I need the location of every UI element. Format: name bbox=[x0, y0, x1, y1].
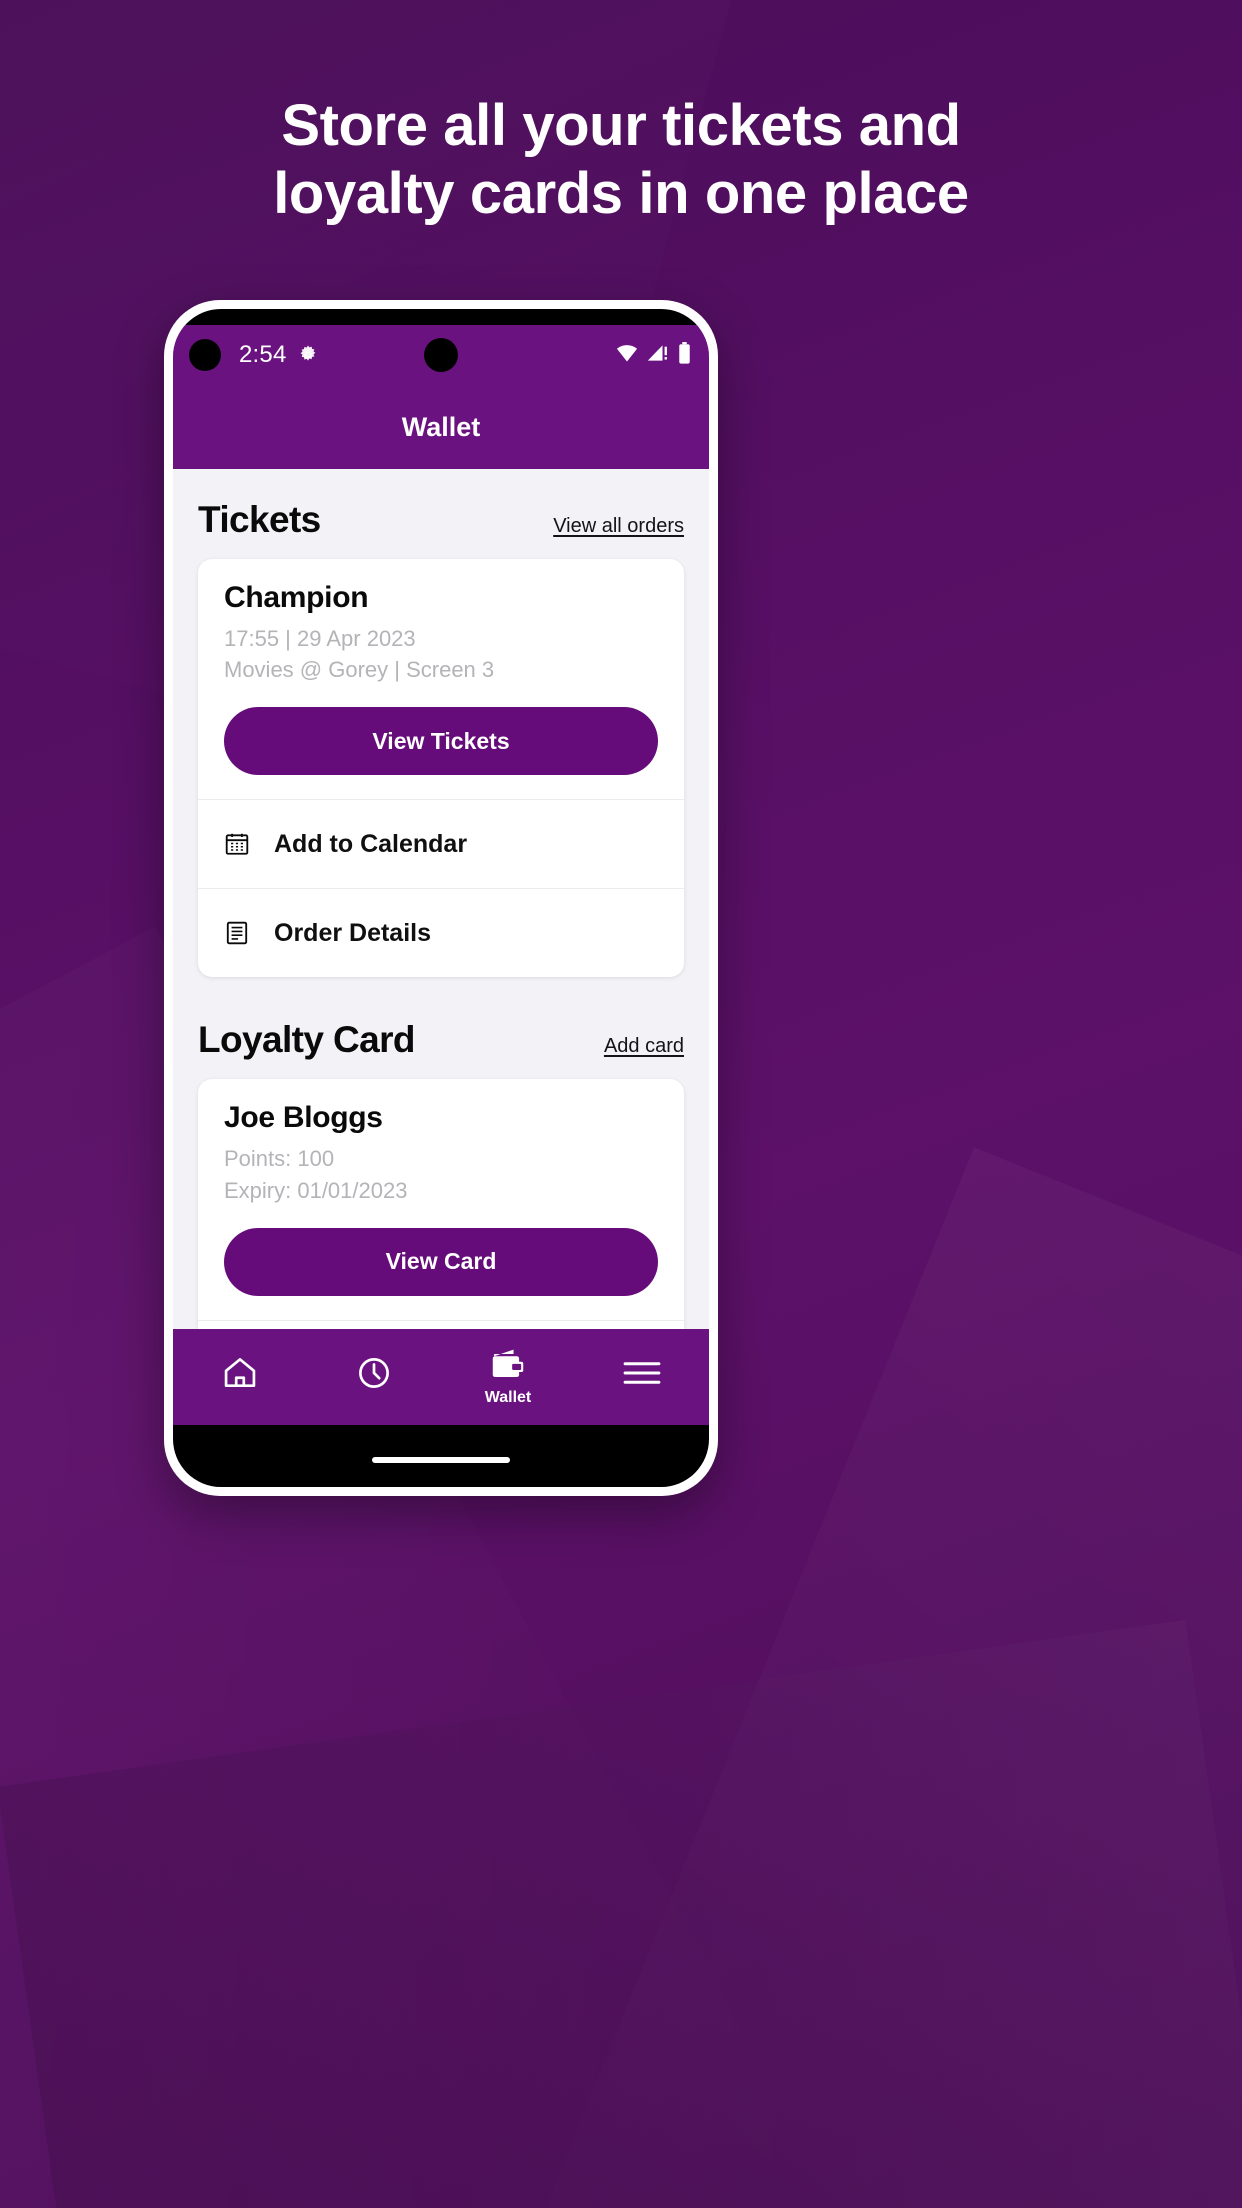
add-to-calendar-row[interactable]: Add to Calendar bbox=[198, 799, 684, 888]
tickets-section-header: Tickets View all orders bbox=[173, 469, 709, 559]
loyalty-card-points: Points: 100 bbox=[224, 1146, 335, 1172]
wifi-icon bbox=[616, 344, 638, 367]
ticket-card: Champion 17:55 | 29 Apr 2023 Movies @ Go… bbox=[198, 559, 684, 978]
promo-headline-line2: loyalty cards in one place bbox=[273, 161, 969, 227]
loyalty-section-header: Loyalty Card Add card bbox=[173, 977, 709, 1079]
phone-screen: 2:54 Wallet Tickets View all orders Cham… bbox=[173, 325, 709, 1425]
nav-item-history[interactable] bbox=[307, 1329, 441, 1425]
add-to-calendar-label: Add to Calendar bbox=[274, 829, 468, 858]
cellular-signal-warning-icon bbox=[647, 344, 669, 367]
view-all-orders-link[interactable]: View all orders bbox=[553, 515, 684, 538]
phone-mockup: 2:54 Wallet Tickets View all orders Cham… bbox=[164, 300, 718, 1496]
nav-item-wallet-label: Wallet bbox=[484, 1389, 532, 1406]
loyalty-card-expiry: Expiry: 01/01/2023 bbox=[224, 1177, 408, 1203]
order-details-label: Order Details bbox=[274, 918, 432, 947]
calendar-icon bbox=[224, 831, 254, 857]
loyalty-card-name: Joe Bloggs bbox=[224, 1101, 383, 1135]
promo-headline-line1: Store all your tickets and bbox=[281, 93, 961, 158]
status-bar: 2:54 bbox=[173, 325, 709, 385]
order-details-row[interactable]: Order Details bbox=[198, 888, 684, 977]
wallet-icon bbox=[490, 1347, 526, 1386]
front-camera-cutout-left bbox=[189, 339, 221, 371]
ticket-venue: Movies @ Gorey | Screen 3 bbox=[224, 657, 495, 683]
phone-bezel: 2:54 Wallet Tickets View all orders Cham… bbox=[173, 309, 709, 1487]
loyalty-card-body: Joe Bloggs Points: 100 Expiry: 01/01/202… bbox=[198, 1079, 684, 1319]
bottom-navigation: Wallet bbox=[173, 1329, 709, 1425]
tickets-section-title: Tickets bbox=[198, 499, 321, 540]
status-icons bbox=[616, 341, 691, 369]
gear-icon bbox=[297, 344, 319, 366]
add-card-link[interactable]: Add card bbox=[604, 1035, 684, 1058]
loyalty-section-title: Loyalty Card bbox=[198, 1019, 416, 1061]
wallet-content[interactable]: Tickets View all orders Champion 17:55 |… bbox=[173, 469, 709, 1425]
page-title: Wallet bbox=[401, 411, 481, 442]
nav-item-menu[interactable] bbox=[575, 1329, 709, 1425]
menu-icon bbox=[622, 1357, 662, 1394]
home-icon bbox=[221, 1354, 259, 1397]
view-tickets-button[interactable]: View Tickets bbox=[224, 707, 658, 776]
receipt-icon bbox=[224, 920, 254, 946]
view-card-button[interactable]: View Card bbox=[224, 1227, 658, 1296]
ticket-datetime: 17:55 | 29 Apr 2023 bbox=[224, 626, 416, 651]
app-bar: Wallet bbox=[173, 385, 709, 469]
nav-item-home[interactable] bbox=[173, 1329, 307, 1425]
ticket-title: Champion bbox=[224, 581, 369, 614]
nav-item-wallet[interactable]: Wallet bbox=[441, 1329, 575, 1425]
home-indicator bbox=[372, 1457, 510, 1463]
clock-icon bbox=[355, 1354, 393, 1397]
status-time: 2:54 bbox=[239, 341, 287, 368]
battery-full-icon bbox=[678, 341, 691, 369]
front-camera-cutout-center bbox=[424, 338, 458, 372]
promo-headline: Store all your tickets and loyalty cards… bbox=[0, 92, 1242, 229]
ticket-card-body: Champion 17:55 | 29 Apr 2023 Movies @ Go… bbox=[198, 559, 684, 799]
